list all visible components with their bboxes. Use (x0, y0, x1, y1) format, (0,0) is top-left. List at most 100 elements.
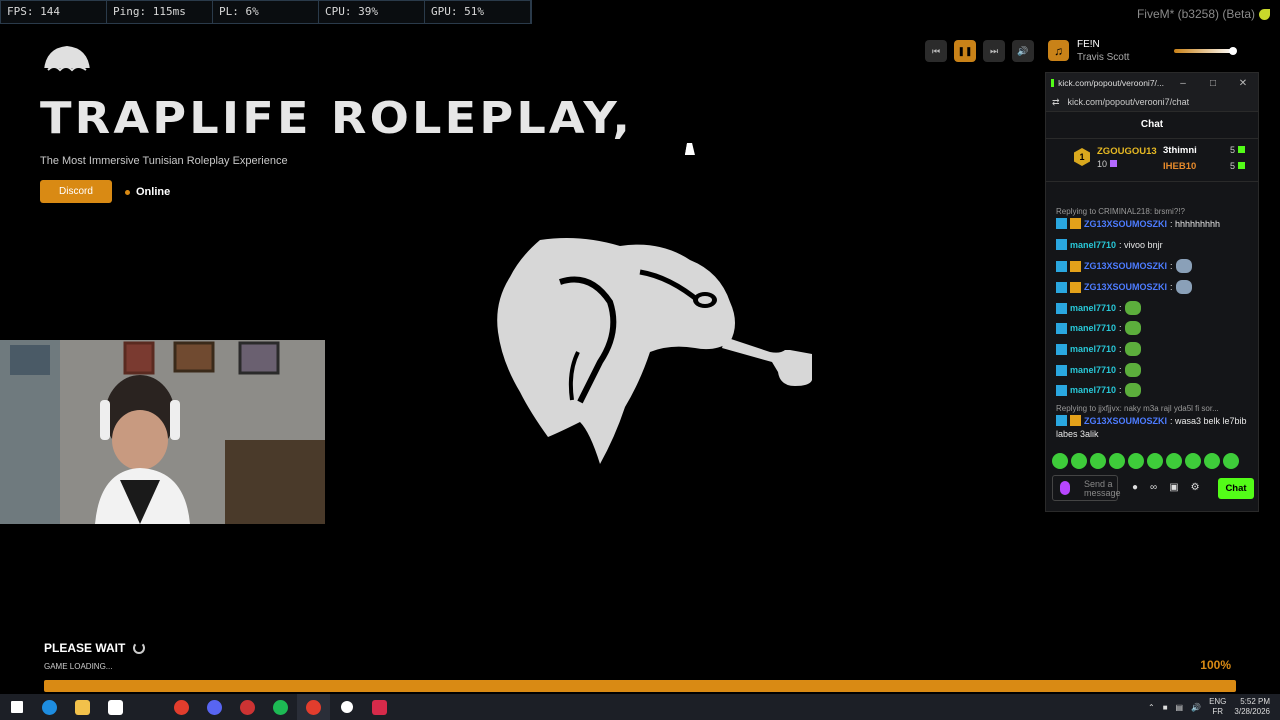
chat-username[interactable]: ZG13XSOUMOSZKI (1084, 282, 1167, 292)
mod-badge-icon (1056, 302, 1067, 314)
traplife-logo (42, 46, 92, 76)
webcam-feed (0, 340, 325, 524)
users-icon[interactable]: ● (1132, 482, 1138, 493)
emote-bar (1052, 453, 1239, 469)
leaderboard-user-3[interactable]: IHEB10 (1163, 161, 1196, 172)
emote-icon[interactable] (1128, 453, 1144, 469)
chevron-up-icon[interactable]: ⌃ (1148, 703, 1155, 712)
maximize-icon[interactable]: □ (1198, 78, 1228, 89)
sub-badge-icon (1070, 260, 1081, 272)
emote-icon[interactable] (1090, 453, 1106, 469)
discord-tray-icon[interactable]: ■ (1163, 703, 1168, 712)
chat-message: ZG13XSOUMOSZKI: (1056, 280, 1192, 294)
emote-icon (1175, 280, 1192, 294)
emote-icon[interactable] (1109, 453, 1125, 469)
chat-username[interactable]: manel7710 (1070, 344, 1116, 354)
emote-icon[interactable] (1071, 453, 1087, 469)
fivem-leaf-icon (1259, 8, 1270, 20)
system-tray: ⌃ ■ ▤ 🔊 ENG FR 5:52 PM 3/28/2026 (1148, 694, 1270, 720)
chat-username[interactable]: manel7710 (1070, 323, 1116, 333)
settings-icon[interactable] (330, 694, 363, 720)
gem-icon (1238, 146, 1246, 153)
gpu-stat: GPU: 51% (425, 1, 531, 23)
chrome-active-icon[interactable] (297, 694, 330, 720)
chat-username[interactable]: ZG13XSOUMOSZKI (1084, 416, 1167, 426)
reply-context: Replying to jjxfjjvx: naky m3a rajl yda5… (1056, 404, 1219, 413)
speaker-icon[interactable]: 🔊 (1191, 703, 1201, 712)
chat-username[interactable]: manel7710 (1070, 303, 1116, 313)
avatar-icon (1060, 481, 1070, 495)
edge-icon[interactable] (33, 694, 66, 720)
chrome-icon[interactable] (165, 694, 198, 720)
infinity-icon[interactable]: ∞ (1150, 482, 1157, 493)
leaderboard-user-1[interactable]: ZGOUGOU13 (1097, 146, 1157, 157)
chat-message: manel7710: (1056, 383, 1141, 397)
volume-slider-knob[interactable] (1229, 47, 1237, 55)
status-text: Online (136, 186, 171, 198)
chat-username[interactable]: ZG13XSOUMOSZKI (1084, 219, 1167, 229)
emote-icon[interactable] (1185, 453, 1201, 469)
chat-text: : (1170, 261, 1173, 271)
minimize-icon[interactable]: – (1168, 78, 1198, 89)
chat-username[interactable]: ZG13XSOUMOSZKI (1084, 261, 1167, 271)
chat-text: : (1170, 282, 1173, 292)
mouse-cursor-icon (684, 143, 698, 155)
discord-app-icon[interactable] (198, 694, 231, 720)
emote-icon[interactable] (1147, 453, 1163, 469)
gear-icon[interactable]: ⚙ (1191, 482, 1200, 493)
chat-text: : vivoo bnjr (1119, 239, 1163, 250)
server-status: Online (125, 186, 170, 198)
store-icon[interactable]: ▣ (1169, 482, 1178, 493)
packet-loss-stat: PL: 6% (213, 1, 319, 23)
clock-time: 5:52 PM (1240, 697, 1270, 706)
chat-username[interactable]: manel7710 (1070, 365, 1116, 375)
song-title: FE!N (1077, 39, 1100, 50)
chat-message: ZG13XSOUMOSZKI: wasa3 belk le7bib (1056, 415, 1247, 426)
ping-stat: Ping: 115ms (107, 1, 213, 23)
close-icon[interactable]: ✕ (1228, 78, 1258, 89)
leaderboard-count-1-text: 10 (1097, 159, 1108, 169)
kick-chat-window: kick.com/popout/verooni7/... – □ ✕ ⇄ kic… (1045, 72, 1259, 512)
store-icon[interactable] (99, 694, 132, 720)
chat-window-titlebar: kick.com/popout/verooni7/... – □ ✕ (1046, 73, 1258, 93)
chat-username[interactable]: manel7710 (1070, 385, 1116, 395)
chat-text: : hhhhhhhhh (1170, 218, 1221, 229)
file-explorer-icon[interactable] (66, 694, 99, 720)
emote-icon[interactable] (1166, 453, 1182, 469)
language-indicator[interactable]: ENG FR (1209, 697, 1226, 717)
next-track-icon[interactable]: ⏭ (983, 40, 1005, 62)
chat-window-title: kick.com/popout/verooni7/... (1058, 78, 1164, 88)
emote-icon (1124, 301, 1141, 315)
chat-text: : (1119, 323, 1122, 333)
sub-badge-icon (1070, 281, 1081, 293)
pause-icon[interactable]: ❚❚ (954, 40, 976, 62)
mod-badge-icon (1056, 281, 1067, 293)
clock[interactable]: 5:52 PM 3/28/2026 (1234, 697, 1270, 717)
chat-text: : (1119, 344, 1122, 354)
obs-icon[interactable] (231, 694, 264, 720)
lang-primary: ENG (1209, 697, 1227, 706)
server-subtitle: The Most Immersive Tunisian Roleplay Exp… (40, 155, 288, 167)
start-icon[interactable] (0, 694, 33, 720)
fivem-app-icon[interactable] (363, 694, 396, 720)
emote-icon (1124, 383, 1141, 397)
leaderboard-user-2[interactable]: 3thimni (1163, 145, 1197, 156)
volume-slider[interactable] (1174, 47, 1237, 55)
volume-icon[interactable]: 🔊 (1012, 40, 1034, 62)
chat-message: manel7710: (1056, 321, 1141, 335)
send-chat-button[interactable]: Chat (1218, 478, 1254, 499)
chat-username[interactable]: manel7710 (1070, 240, 1116, 250)
emote-icon[interactable] (1204, 453, 1220, 469)
discord-button[interactable]: Discord (40, 180, 112, 203)
site-settings-icon[interactable]: ⇄ (1052, 97, 1060, 108)
emote-icon[interactable] (1223, 453, 1239, 469)
previous-track-icon[interactable]: ⏮ (925, 40, 947, 62)
emote-icon[interactable] (1052, 453, 1068, 469)
network-icon[interactable]: ▤ (1176, 703, 1184, 712)
windows-taskbar: ⌃ ■ ▤ 🔊 ENG FR 5:52 PM 3/28/2026 (0, 694, 1280, 720)
spotify-icon[interactable] (264, 694, 297, 720)
sub-badge-icon (1070, 415, 1081, 426)
leaderboard-count-3-text: 5 (1230, 161, 1236, 171)
chat-url-bar: ⇄ kick.com/popout/verooni7/chat (1046, 93, 1258, 112)
fps-stat: FPS: 144 (1, 1, 107, 23)
